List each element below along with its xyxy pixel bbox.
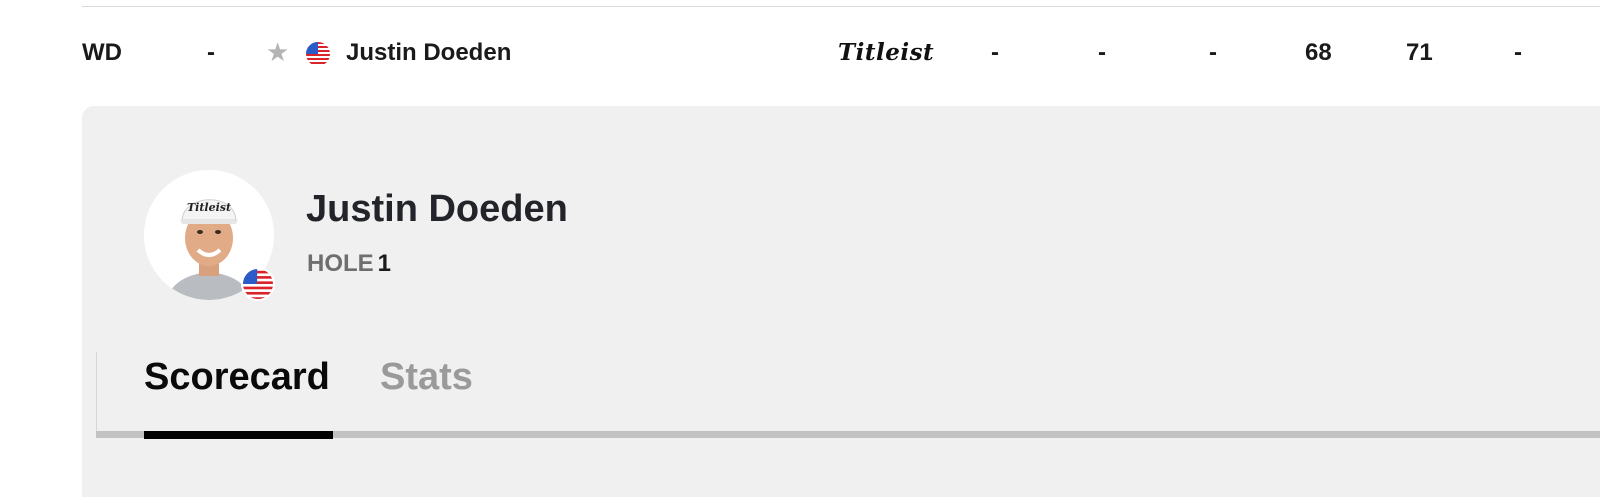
star-icon[interactable]: ★ — [266, 39, 289, 65]
sponsor-logo: Titleist — [838, 39, 935, 66]
us-flag-icon — [241, 267, 275, 301]
player-name-link[interactable]: Justin Doeden — [346, 41, 511, 65]
tab-stats[interactable]: Stats — [380, 358, 473, 396]
leaderboard-row[interactable]: WD - ★ Justin Doeden Titleist - - - 68 7… — [0, 8, 1600, 104]
round-score-cell-2: 71 — [1406, 39, 1433, 66]
round-score-cell-1: 68 — [1305, 39, 1332, 66]
player-detail-panel: Titleist Justin Doeden HOLE 1 Scorecard S… — [82, 106, 1600, 497]
tabs-divider — [96, 352, 97, 438]
score-cell-1: - — [991, 39, 999, 66]
hole-label: HOLE — [307, 250, 374, 277]
player-name-heading: Justin Doeden — [306, 188, 568, 230]
svg-text:Titleist: Titleist — [187, 201, 231, 214]
active-tab-indicator — [144, 431, 333, 439]
score-cell-2: - — [1098, 39, 1106, 66]
position-cell: WD — [82, 39, 122, 66]
tab-scorecard[interactable]: Scorecard — [144, 358, 330, 396]
score-cell-3: - — [1209, 39, 1217, 66]
movement-cell: - — [207, 39, 215, 66]
current-hole: HOLE 1 — [307, 252, 391, 276]
top-divider — [82, 6, 1600, 7]
us-flag-icon — [306, 42, 330, 66]
hole-value: 1 — [377, 250, 392, 277]
round-score-cell-3: - — [1514, 39, 1522, 66]
